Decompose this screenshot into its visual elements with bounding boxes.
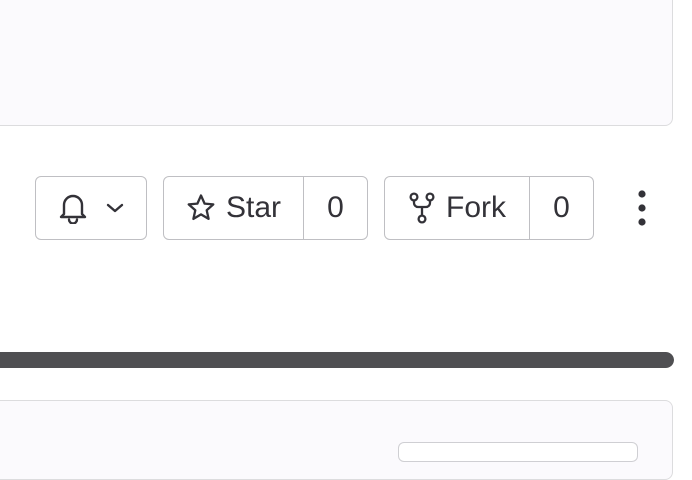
kebab-vertical-icon: [637, 190, 647, 226]
progress-bar: [0, 352, 674, 368]
star-button[interactable]: Star: [164, 177, 303, 239]
bottom-panel-control[interactable]: [398, 442, 638, 462]
bell-icon: [58, 192, 88, 224]
fork-button-group: Fork 0: [384, 176, 594, 240]
chevron-down-icon: [106, 202, 124, 214]
star-icon: [186, 193, 216, 223]
star-label: Star: [225, 191, 282, 224]
top-panel: [0, 0, 673, 126]
star-button-group: Star 0: [163, 176, 368, 240]
fork-count[interactable]: 0: [529, 177, 593, 239]
bottom-panel: [0, 400, 673, 480]
fork-button[interactable]: Fork: [385, 177, 529, 239]
more-actions-button[interactable]: [622, 184, 662, 232]
fork-label: Fork: [446, 191, 506, 224]
fork-icon: [408, 192, 436, 224]
notification-dropdown-button[interactable]: [35, 176, 147, 240]
progress-bar-fill: [0, 352, 674, 368]
star-count[interactable]: 0: [303, 177, 367, 239]
